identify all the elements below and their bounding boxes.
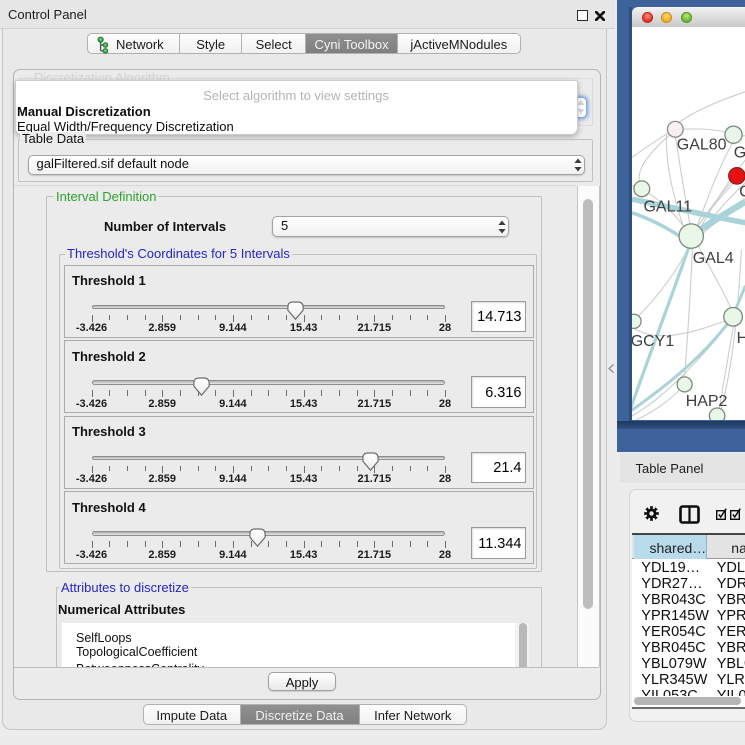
svg-text:GCY1: GCY1 (632, 333, 674, 350)
svg-text:GAL4: GAL4 (692, 250, 733, 267)
svg-text:H: H (736, 330, 745, 347)
svg-text:GAL80: GAL80 (676, 137, 726, 154)
svg-text:GAL11: GAL11 (643, 199, 692, 216)
svg-text:HAP2: HAP2 (685, 393, 727, 410)
svg-text:GA: GA (733, 145, 745, 162)
svg-text:C: C (739, 184, 745, 201)
